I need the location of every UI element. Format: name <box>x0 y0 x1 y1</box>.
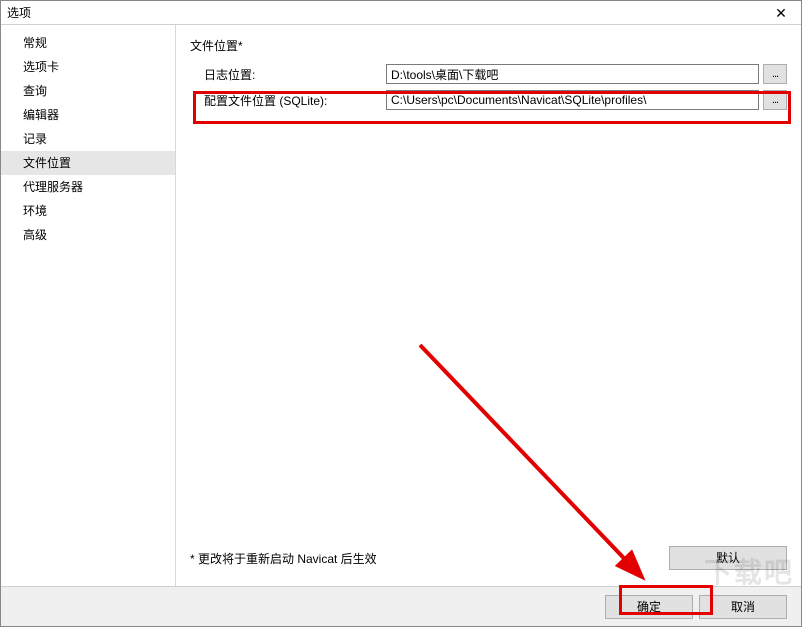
profile-location-browse-button[interactable]: ... <box>763 90 787 110</box>
titlebar: 选项 ✕ <box>1 1 801 25</box>
section-title: 文件位置* <box>190 37 787 54</box>
sidebar-item-proxy[interactable]: 代理服务器 <box>1 175 175 199</box>
sidebar-item-query[interactable]: 查询 <box>1 79 175 103</box>
main-panel: 文件位置* 日志位置: ... 配置文件位置 (SQLite): ... * 更… <box>176 25 801 586</box>
footer: 确定 取消 <box>1 586 801 626</box>
log-location-row: 日志位置: ... <box>190 64 787 84</box>
sidebar-item-records[interactable]: 记录 <box>1 127 175 151</box>
cancel-button[interactable]: 取消 <box>699 595 787 619</box>
restart-note: * 更改将于重新启动 Navicat 后生效 <box>190 550 377 567</box>
sidebar-item-general[interactable]: 常规 <box>1 31 175 55</box>
close-icon[interactable]: ✕ <box>761 1 801 25</box>
sidebar-item-editor[interactable]: 编辑器 <box>1 103 175 127</box>
sidebar-item-tabs[interactable]: 选项卡 <box>1 55 175 79</box>
log-location-input-wrap: ... <box>386 64 787 84</box>
log-location-browse-button[interactable]: ... <box>763 64 787 84</box>
profile-location-input[interactable] <box>386 90 759 110</box>
profile-location-row: 配置文件位置 (SQLite): ... <box>190 90 787 110</box>
sidebar-item-file-location[interactable]: 文件位置 <box>1 151 175 175</box>
profile-location-input-wrap: ... <box>386 90 787 110</box>
sidebar: 常规 选项卡 查询 编辑器 记录 文件位置 代理服务器 环境 高级 <box>1 25 176 586</box>
default-button[interactable]: 默认 <box>669 546 787 570</box>
log-location-input[interactable] <box>386 64 759 84</box>
profile-location-label: 配置文件位置 (SQLite): <box>190 92 386 109</box>
note-row: * 更改将于重新启动 Navicat 后生效 默认 <box>190 546 787 576</box>
ok-button[interactable]: 确定 <box>605 595 693 619</box>
body: 常规 选项卡 查询 编辑器 记录 文件位置 代理服务器 环境 高级 文件位置* … <box>1 25 801 586</box>
options-window: 选项 ✕ 常规 选项卡 查询 编辑器 记录 文件位置 代理服务器 环境 高级 文… <box>0 0 802 627</box>
log-location-label: 日志位置: <box>190 66 386 83</box>
window-title: 选项 <box>7 4 31 21</box>
sidebar-item-advanced[interactable]: 高级 <box>1 223 175 247</box>
sidebar-item-environment[interactable]: 环境 <box>1 199 175 223</box>
